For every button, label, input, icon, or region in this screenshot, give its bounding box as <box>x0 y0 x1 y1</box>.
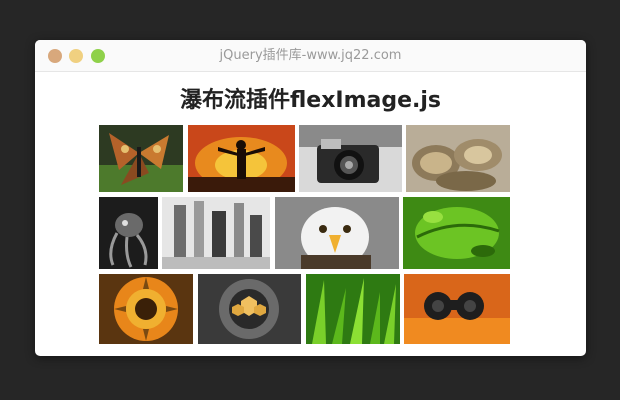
gallery-image-octopus[interactable] <box>99 197 158 269</box>
gallery-image-rope-baskets[interactable] <box>406 125 510 192</box>
gallery-image-grass[interactable] <box>306 274 400 344</box>
gallery-image-tools[interactable] <box>162 197 270 269</box>
browser-window: jQuery插件库-www.jq22.com 瀑布流插件flexImage.js <box>35 40 586 356</box>
gallery-image-green-leaf[interactable] <box>403 197 510 269</box>
gallery-image-binoculars[interactable] <box>404 274 510 344</box>
gallery-image-sunflower[interactable] <box>99 274 193 344</box>
page-title: 瀑布流插件flexImage.js <box>179 88 442 113</box>
gallery-image-eagle[interactable] <box>275 197 399 269</box>
gallery-image-camera[interactable] <box>299 125 402 192</box>
window-title: jQuery插件库-www.jq22.com <box>219 48 402 63</box>
jquery-watermark-logo: 插件库 jQuery <box>541 344 586 356</box>
gallery-image-honeycomb-light[interactable] <box>198 274 301 344</box>
gallery-image-man-sunset[interactable] <box>188 125 295 192</box>
gallery-image-butterfly[interactable] <box>99 125 183 192</box>
title-bar: jQuery插件库-www.jq22.com <box>35 40 586 72</box>
